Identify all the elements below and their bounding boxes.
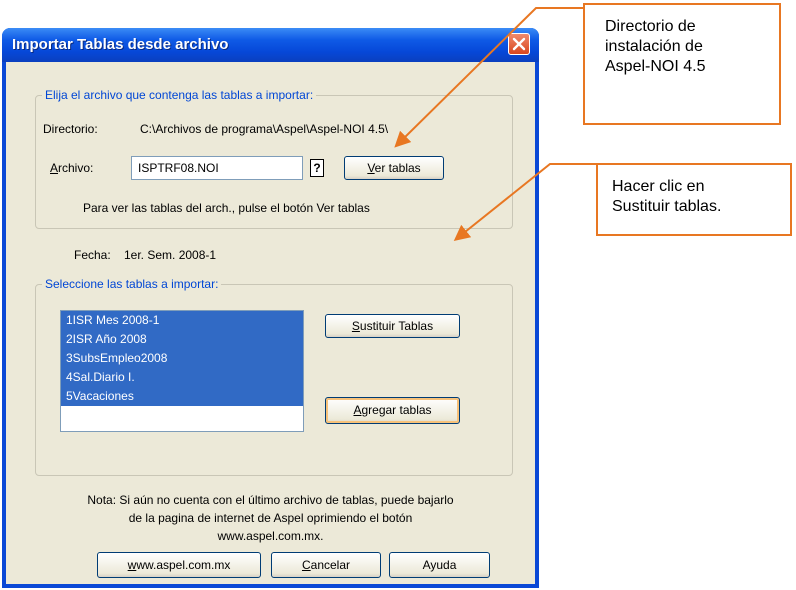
list-item[interactable]: 1ISR Mes 2008-1 [61, 311, 303, 330]
add-tables-button[interactable]: Agregar tablas [325, 397, 460, 424]
directory-callout-line-2: instalación de [605, 38, 703, 55]
close-button[interactable] [508, 33, 530, 55]
view-tables-hint: Para ver las tablas del arch., pulse el … [83, 201, 370, 215]
directory-value: C:\Archivos de programa\Aspel\Aspel-NOI … [140, 122, 389, 136]
directory-callout: Directorio de instalación de Aspel-NOI 4… [583, 3, 781, 125]
help-button[interactable]: Ayuda [389, 552, 490, 578]
view-tables-button[interactable]: Ver tablas [344, 156, 444, 180]
replace-callout-line-2: Sustituir tablas. [612, 198, 722, 215]
file-input-value: ISPTRF08.NOI [138, 161, 219, 175]
note-line-1: Nota: Si aún no cuenta con el último arc… [87, 493, 454, 507]
tables-group-legend: Seleccione las tablas a importar: [42, 277, 222, 291]
help-question-icon: ? [313, 161, 321, 175]
window-title: Importar Tablas desde archivo [12, 36, 229, 53]
file-label: Archivo: [50, 161, 94, 175]
list-item[interactable]: 5Vacaciones [61, 387, 303, 406]
list-item[interactable]: 4Sal.Diario I. [61, 368, 303, 387]
tables-listbox[interactable]: 1ISR Mes 2008-1 2ISR Año 2008 3SubsEmple… [60, 310, 304, 432]
title-bar[interactable]: Importar Tablas desde archivo [2, 28, 539, 62]
note-line-2: de la pagina de internet de Aspel oprimi… [128, 511, 413, 525]
cancel-button[interactable]: Cancelar [271, 552, 381, 578]
file-group-legend: Elija el archivo que contenga las tablas… [42, 88, 317, 102]
note-line-3: www.aspel.com.mx. [217, 529, 324, 543]
replace-callout-line-1: Hacer clic en [612, 178, 705, 195]
date-value: 1er. Sem. 2008-1 [124, 248, 217, 262]
directory-callout-line-1: Directorio de [605, 18, 696, 35]
list-item[interactable]: 3SubsEmpleo2008 [61, 349, 303, 368]
aspel-website-button[interactable]: www.aspel.com.mx [97, 552, 261, 578]
replace-callout: Hacer clic en Sustituir tablas. [596, 163, 792, 236]
import-tables-dialog: Importar Tablas desde archivo Elija el a… [2, 28, 539, 588]
dialog-body: Elija el archivo que contenga las tablas… [6, 62, 535, 584]
close-icon [512, 37, 526, 51]
directory-callout-line-3: Aspel-NOI 4.5 [605, 58, 706, 75]
directory-label: Directorio: [43, 122, 98, 136]
replace-tables-button[interactable]: Sustituir Tablas [325, 314, 460, 338]
browse-help-button[interactable]: ? [310, 159, 324, 177]
list-item[interactable]: 2ISR Año 2008 [61, 330, 303, 349]
file-input[interactable]: ISPTRF08.NOI [131, 156, 303, 180]
date-label: Fecha: [74, 248, 111, 262]
